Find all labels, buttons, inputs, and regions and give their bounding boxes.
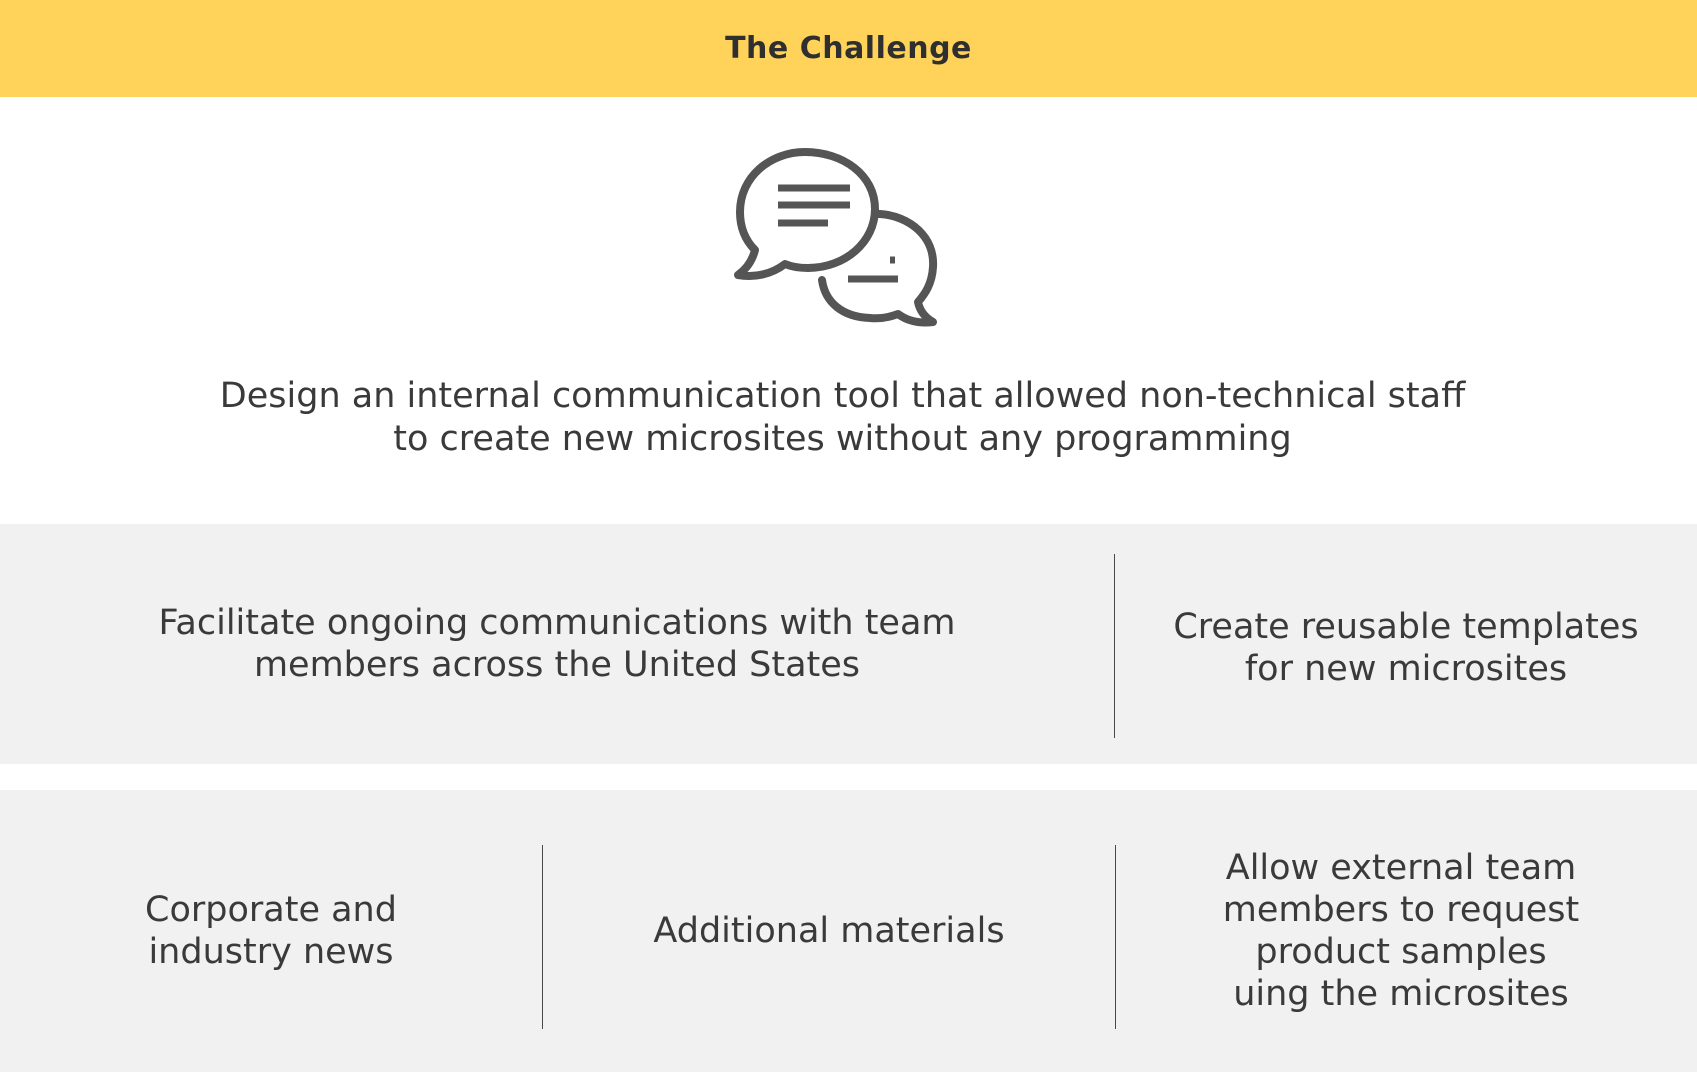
- goal-text: for new microsites: [1244, 649, 1568, 689]
- goal-text: Corporate and: [145, 890, 397, 930]
- goal-item-templates: Create reusable templates for new micros…: [1115, 528, 1697, 768]
- goal-item-communications: Facilitate ongoing communications with t…: [0, 524, 1114, 764]
- chat-bubbles-icon: [730, 142, 940, 342]
- page: The Challenge Design an internal communi…: [0, 0, 1697, 1072]
- intro-line: Design an internal communication tool th…: [219, 376, 1466, 416]
- goal-item-news: Corporate and industry news: [0, 790, 542, 1072]
- goal-text: members to request: [1222, 890, 1580, 930]
- goal-text: Create reusable templates: [1173, 607, 1639, 647]
- challenge-description: Design an internal communication tool th…: [100, 375, 1585, 461]
- goal-item-samples: Allow external team members to request p…: [1116, 790, 1686, 1072]
- goal-text: Facilitate ongoing communications with t…: [158, 603, 956, 643]
- goal-text: members across the United States: [253, 645, 861, 685]
- goals-row-2: Corporate and industry news Additional m…: [0, 790, 1697, 1072]
- page-title: The Challenge: [725, 31, 972, 66]
- header-bar: The Challenge: [0, 0, 1697, 97]
- goal-item-materials: Additional materials: [543, 790, 1115, 1072]
- goal-text: industry news: [148, 932, 394, 972]
- goal-text: Additional materials: [653, 911, 1005, 951]
- goal-text: product samples: [1255, 932, 1547, 972]
- intro-line: to create new microsites without any pro…: [393, 419, 1292, 459]
- goal-text: uing the microsites: [1233, 974, 1569, 1014]
- goals-row-1: Facilitate ongoing communications with t…: [0, 524, 1697, 764]
- goal-text: Allow external team: [1225, 848, 1577, 888]
